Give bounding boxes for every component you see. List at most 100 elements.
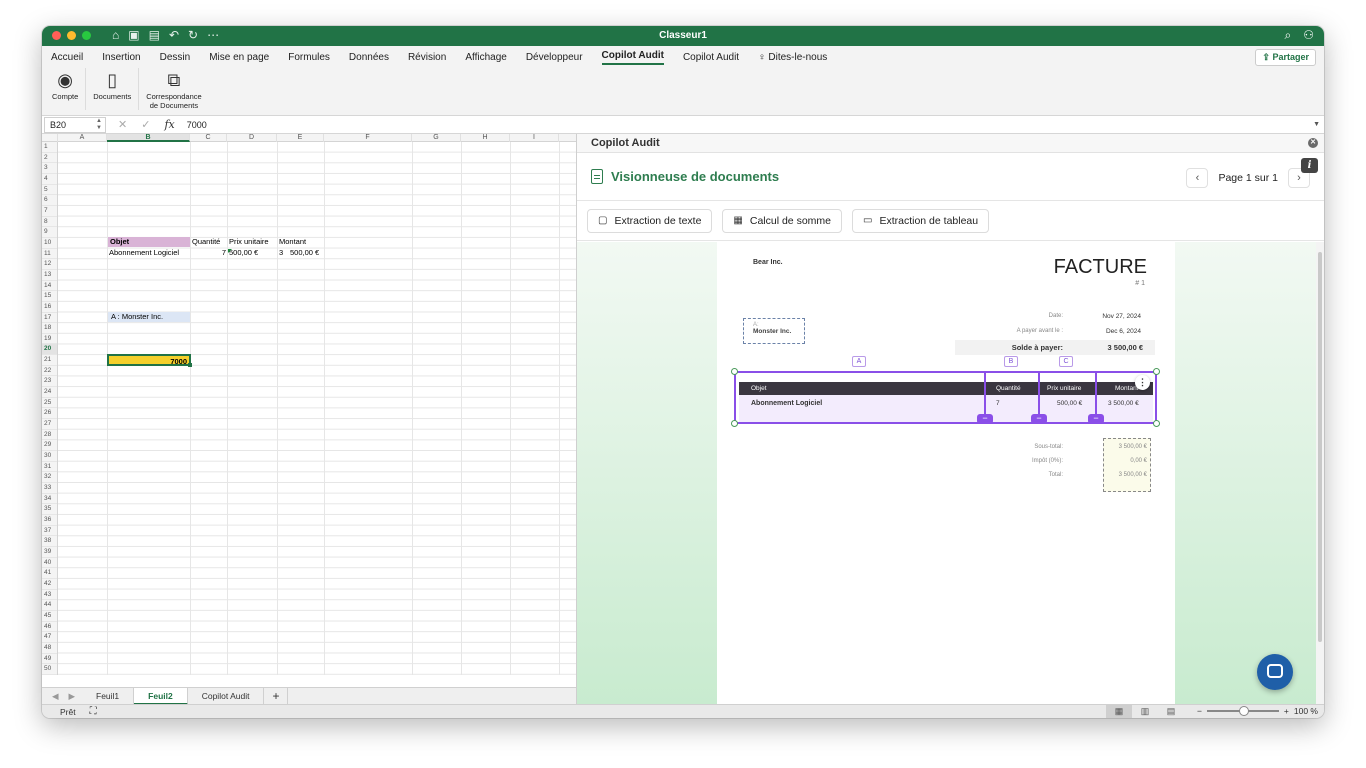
row-header[interactable]: 38 [42,536,57,547]
normal-view-icon[interactable]: ▦ [1106,705,1132,718]
row-header[interactable]: 39 [42,547,57,558]
tab-dites-le-nous[interactable]: ♀ Dites-le-nous [758,52,827,63]
row-header[interactable]: 2 [42,153,57,164]
row-header[interactable]: 44 [42,600,57,611]
row-header[interactable]: 37 [42,526,57,537]
row-header[interactable]: 50 [42,664,57,675]
row-header[interactable]: 18 [42,323,57,334]
tab-insertion[interactable]: Insertion [102,52,140,63]
resize-handle-bl[interactable] [731,420,738,427]
row-header[interactable]: 30 [42,451,57,462]
account-icon[interactable]: ⚇ [1303,28,1314,43]
cell-d10[interactable]: 500,00 € [229,248,275,258]
row-header[interactable]: 15 [42,291,57,302]
info-icon[interactable]: i [1301,158,1318,173]
cell-e10-part1[interactable]: 3 [279,248,287,258]
row-header[interactable]: 42 [42,579,57,590]
next-sheet-icon[interactable]: ▶ [69,691,76,702]
row-header[interactable]: 28 [42,430,57,441]
row-header[interactable]: 5 [42,185,57,196]
formula-input[interactable]: 7000 [187,120,207,130]
row-header[interactable]: 43 [42,590,57,601]
row-header[interactable]: 22 [42,366,57,377]
row-header[interactable]: 1 [42,142,57,153]
cell-b10[interactable]: Abonnement Logiciel [109,248,190,258]
prev-sheet-icon[interactable]: ◀ [52,691,59,702]
share-button[interactable]: ⇪ Partager [1255,49,1316,66]
page-layout-view-icon[interactable]: ▥ [1132,705,1158,718]
row-header[interactable]: 23 [42,376,57,388]
cell-c10[interactable]: 7 [192,248,226,258]
row-header[interactable]: 40 [42,558,57,569]
name-box[interactable]: B20 ▲ ▼ [44,116,106,133]
resize-handle-tr[interactable] [1153,368,1160,375]
cancel-icon[interactable]: ✕ [118,118,127,131]
row-header[interactable]: 20 [42,344,57,356]
cell-e10-part2[interactable]: 500,00 € [290,248,324,258]
zoom-slider[interactable] [1206,706,1279,716]
cell-b9[interactable]: Objet [108,237,190,247]
remove-column-c-button[interactable]: − [1031,414,1047,424]
row-header[interactable]: 7 [42,206,57,217]
row-header[interactable]: 11 [42,249,57,260]
column-header-g[interactable]: G [412,134,461,142]
tab-formules[interactable]: Formules [288,52,330,63]
column-header-a[interactable]: A [58,134,107,142]
cell-e9[interactable]: Montant [279,237,324,247]
cell-c9[interactable]: Quantité [192,237,228,247]
sheet-tab-feuil2[interactable]: Feuil2 [134,687,188,705]
pane-scrollbar[interactable] [1316,242,1324,704]
zoom-level[interactable]: 100 % [1294,706,1318,716]
cell-d9[interactable]: Prix unitaire [229,237,277,247]
sheet-tab-feuil1[interactable]: Feuil1 [82,687,135,705]
row-header[interactable]: 46 [42,622,57,633]
tab-affichage[interactable]: Affichage [465,52,507,63]
row-header[interactable]: 33 [42,483,57,494]
scrollbar-thumb[interactable] [1318,252,1322,642]
row-header[interactable]: 35 [42,504,57,515]
row-header[interactable]: 48 [42,643,57,654]
name-box-stepper-icon[interactable]: ▲ ▼ [96,118,102,132]
row-header[interactable]: 3 [42,163,57,174]
prev-page-button[interactable]: ‹ [1186,168,1209,188]
row-header[interactable]: 8 [42,217,57,228]
row-header[interactable]: 12 [42,259,57,270]
accessibility-icon[interactable]: ⛶ [90,706,97,717]
column-header-b[interactable]: B [107,134,190,142]
function-icon[interactable]: fx [164,118,174,131]
sum-button[interactable]: ▦ Calcul de somme [722,208,842,233]
column-header-i[interactable]: I [510,134,559,142]
row-header[interactable]: 41 [42,568,57,579]
correspondance-button[interactable]: ⧉ Correspondance de Documents [141,68,206,112]
tab-revision[interactable]: Révision [408,52,446,63]
chat-support-button[interactable] [1257,654,1293,690]
row-header[interactable]: 31 [42,462,57,473]
page-break-view-icon[interactable]: ▤ [1158,705,1184,718]
row-header[interactable]: 14 [42,281,57,292]
column-header-d[interactable]: D [227,134,277,142]
documents-button[interactable]: ▯ Documents [88,68,136,112]
compte-button[interactable]: ◉ Compte [47,68,83,112]
recipient-box[interactable]: A: Monster Inc. [743,318,805,344]
zoom-slider-thumb[interactable] [1238,706,1249,716]
row-header[interactable]: 26 [42,408,57,420]
fill-handle[interactable] [188,363,192,367]
row-header[interactable]: 49 [42,654,57,665]
row-header[interactable]: 17 [42,313,57,324]
tab-developpeur[interactable]: Développeur [526,52,583,63]
remove-column-b-button[interactable]: − [977,414,993,424]
select-all-corner[interactable] [42,134,58,142]
confirm-icon[interactable]: ✓ [141,118,150,131]
extract-text-button[interactable]: ▢ Extraction de texte [587,208,713,233]
close-pane-icon[interactable]: ✕ [1308,138,1318,148]
remove-column-d-button[interactable]: − [1088,414,1104,424]
row-header[interactable]: 29 [42,440,57,452]
column-header-f[interactable]: F [324,134,412,142]
column-badge-b[interactable]: B [1004,356,1018,367]
row-header[interactable]: 16 [42,302,57,313]
row-header[interactable]: 19 [42,334,57,345]
search-icon[interactable]: ⌕ [1285,28,1292,43]
tab-copilot-audit[interactable]: Copilot Audit [683,52,739,63]
row-header[interactable]: 9 [42,227,57,238]
row-header[interactable]: 25 [42,398,57,409]
